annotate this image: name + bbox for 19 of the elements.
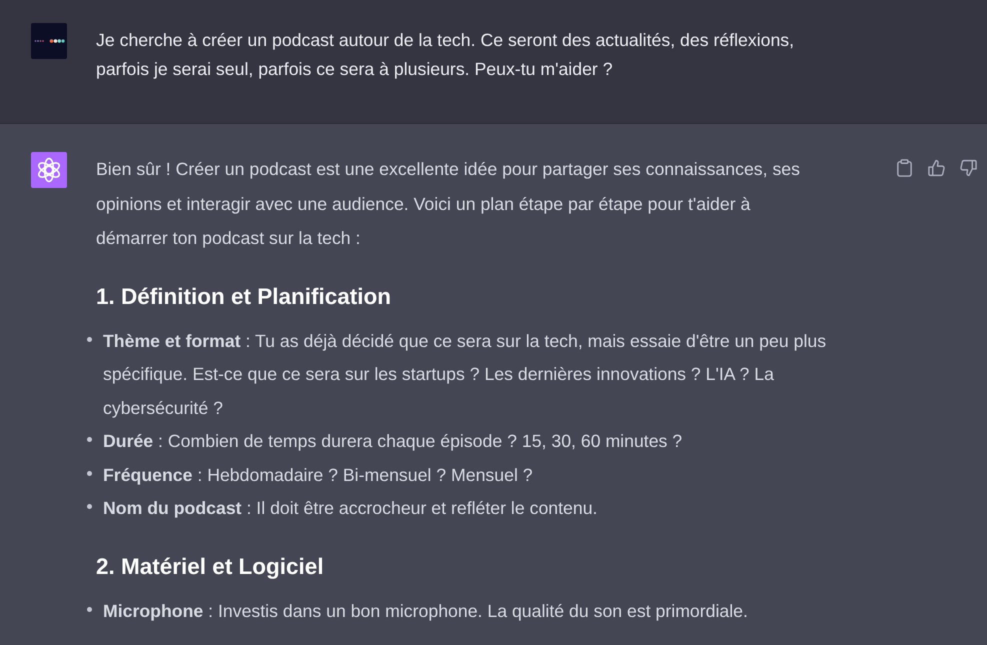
list-item: Durée : Combien de temps durera chaque épisode ? 15, 30, 60 minutes ?: [103, 430, 684, 454]
answer-paragraph: Bien sûr ! Créer un podcast est une excellente idée pour partager ses connaissances, ses opinions et interagir avec une audience. Voici un plan étape par étape pour t'aider à démarrer ton podcast sur la tech :: [96, 158, 801, 250]
list-item: Nom du podcast : Il doit être accrocheur et refléter le contenu.: [103, 497, 598, 520]
list-item: Thème et format : Tu as déjà décidé que ce sera sur la tech, mais essaie d'être un peu plus spécifique. Est-ce que ce sera sur les startups ? Les dernières innovations ? L'IA ? La cybersécurité ?: [103, 330, 828, 420]
list-item: Microphone : Investis dans un bon microphone. La qualité du son est primordiale.: [103, 600, 749, 624]
thumbs-down-icon[interactable]: [960, 159, 977, 177]
bullet-icon: [87, 437, 92, 442]
section-heading: 1. Définition et Planification: [96, 282, 392, 310]
bullet-icon: [87, 336, 92, 342]
bullet-icon: [87, 607, 92, 612]
bullet-icon: [87, 504, 92, 510]
bullet-icon: [87, 470, 92, 476]
user-avatar-icon: [31, 23, 67, 59]
thumbs-up-icon[interactable]: [928, 159, 945, 177]
user-message-text: Je cherche à créer un podcast autour de la tech. Ce seront des actualités, des réflexions, parfois je serai seul, parfois ce sera à plusieurs. Peux-tu m'aider ?: [96, 29, 796, 81]
assistant-avatar-icon: [31, 152, 67, 188]
clipboard-icon[interactable]: [896, 159, 913, 177]
list-item: Fréquence : Hebdomadaire ? Bi-mensuel ? Mensuel ?: [103, 464, 534, 487]
section-heading: 2. Matériel et Logiciel: [96, 553, 325, 582]
